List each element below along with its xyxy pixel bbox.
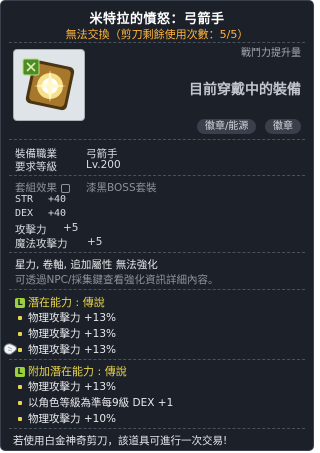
stat-label: DEX xyxy=(15,208,34,219)
bullet-icon xyxy=(18,417,22,421)
set-effect-row: 套組效果 漆黑BOSS套裝 xyxy=(15,180,157,195)
stat-value: +5 xyxy=(63,222,79,234)
divider xyxy=(9,175,305,176)
stat-value: +40 xyxy=(48,194,67,205)
legendary-grade-icon: L xyxy=(15,367,25,377)
trade-status: 無法交換（剪刀剩餘使用次數：5/5） xyxy=(65,28,249,41)
item-icon-frame xyxy=(13,49,85,121)
stat-row-dex: DEX +40 xyxy=(15,208,66,219)
divider xyxy=(9,428,305,429)
stat-value: +5 xyxy=(87,236,103,248)
bullet-icon xyxy=(18,316,22,320)
additional-potential-line: 物理攻擊力 +10% xyxy=(18,411,116,426)
divider xyxy=(9,359,305,360)
divider xyxy=(9,42,305,43)
item-tooltip: 米特拉的憤怒：弓箭手 無法交換（剪刀剩餘使用次數：5/5） 戰鬥力提升量 目前穿… xyxy=(0,0,314,451)
emblem-icon xyxy=(22,58,75,111)
stat-label: 攻擊力 xyxy=(15,224,47,236)
additional-potential-line: 以角色等級為準每9級 DEX +1 xyxy=(18,395,173,410)
stat-label: STR xyxy=(15,194,34,205)
bullet-icon xyxy=(18,348,22,352)
divider xyxy=(9,252,305,253)
bullet-icon xyxy=(18,332,22,336)
stat-label: 魔法攻擊力 xyxy=(15,238,68,250)
equipped-label: 目前穿戴中的裝備 xyxy=(189,82,301,98)
item-title: 米特拉的憤怒：弓箭手 xyxy=(89,12,225,27)
category-tag-emblem: 徽章 xyxy=(265,119,301,134)
additional-potential-line: 物理攻擊力 +13% xyxy=(18,379,116,394)
required-level-row: 要求等級 Lv.200 xyxy=(15,159,121,174)
divider xyxy=(9,139,305,140)
potential-line: 物理攻擊力 +13% xyxy=(18,342,116,357)
combat-power-label: 戰鬥力提升量 xyxy=(241,48,301,59)
set-effect-value: 漆黑BOSS套裝 xyxy=(86,182,157,194)
bullet-icon xyxy=(18,401,22,405)
scissors-trade-note: 若使用白金神奇剪刀，該道具可進行一次交易! xyxy=(13,435,228,447)
stat-value: +40 xyxy=(48,208,67,219)
enhance-info-note: 可透過NPC/採集鍵查看強化資訊詳細內容。 xyxy=(15,274,219,286)
glove-cursor-icon xyxy=(3,343,17,355)
potential-line: 物理攻擊力 +13% xyxy=(18,326,116,341)
potential-title: 潛在能力 : 傳說 xyxy=(28,296,105,309)
potential-header: L 潛在能力 : 傳說 xyxy=(15,294,105,310)
required-level-value: Lv.200 xyxy=(86,159,121,171)
set-effect-label: 套組效果 xyxy=(15,182,57,194)
additional-potential-title: 附加潛在能力 : 傳說 xyxy=(28,365,127,378)
bullet-icon xyxy=(18,385,22,389)
required-level-label: 要求等級 xyxy=(15,161,57,173)
enhance-note: 星力, 卷軸, 追加屬性 無法強化 xyxy=(15,259,158,271)
stat-row-magic-attack: 魔法攻擊力 +5 xyxy=(15,236,102,251)
legendary-grade-icon: L xyxy=(15,298,25,308)
lock-icon xyxy=(61,183,70,193)
stat-row-attack: 攻擊力 +5 xyxy=(15,222,78,237)
potential-line: 物理攻擊力 +13% xyxy=(18,310,116,325)
category-tag-emblem-power: 徽章/能源 xyxy=(197,119,257,134)
stat-row-str: STR +40 xyxy=(15,194,66,205)
additional-potential-header: L 附加潛在能力 : 傳說 xyxy=(15,363,127,379)
divider xyxy=(9,289,305,290)
